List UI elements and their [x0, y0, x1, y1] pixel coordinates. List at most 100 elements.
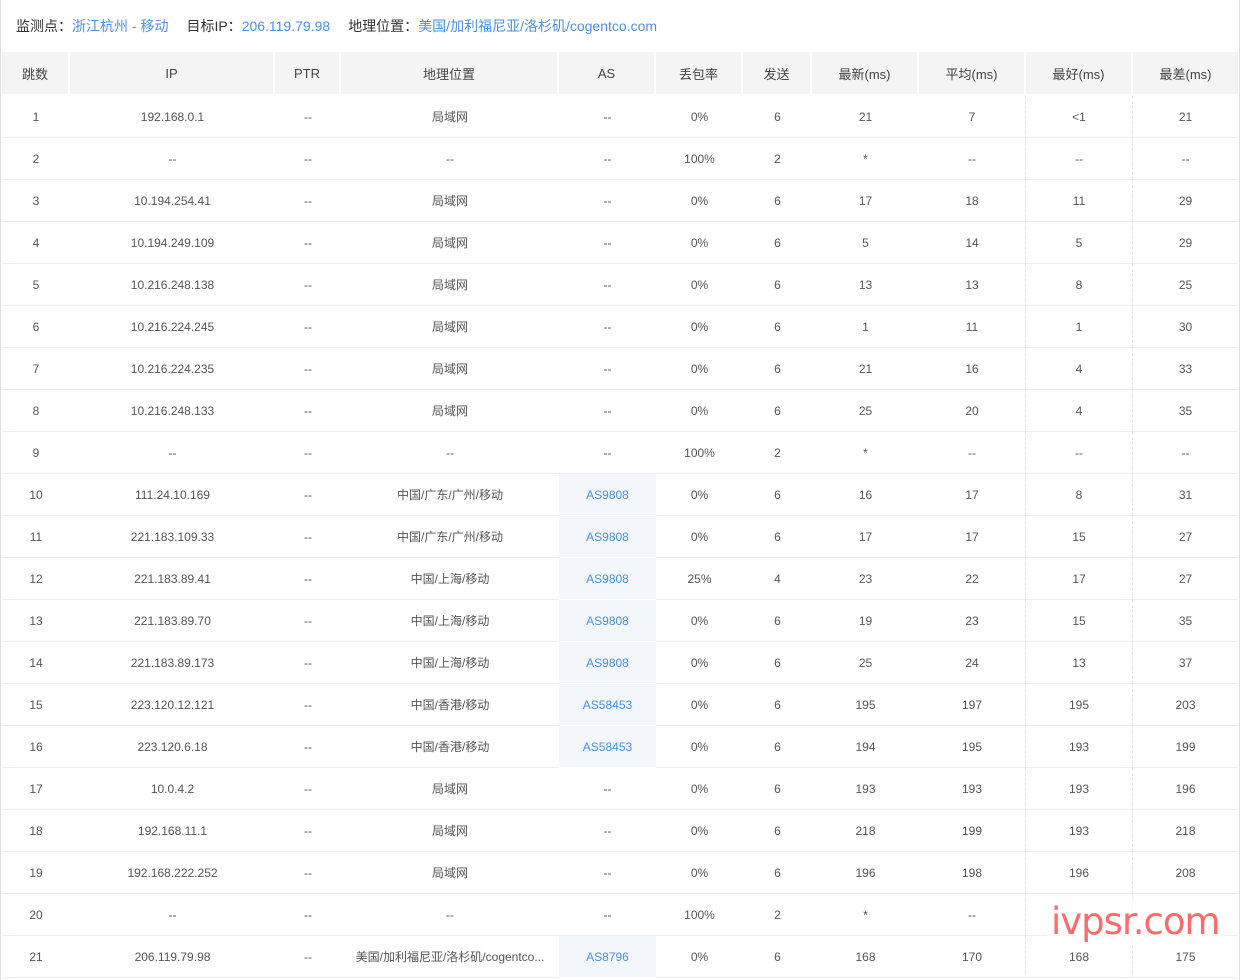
as-link[interactable]: AS9808	[559, 558, 656, 600]
hop-cell: 18	[2, 810, 70, 852]
ip-cell: --	[70, 894, 275, 936]
as-cell: --	[559, 348, 656, 390]
as-link[interactable]: AS9808	[559, 600, 656, 642]
ptr-cell: --	[275, 600, 341, 642]
best-cell: 15	[1026, 600, 1133, 642]
ip-cell: 221.183.89.41	[70, 558, 275, 600]
best-cell: 4	[1026, 348, 1133, 390]
watermark-text: ivpsr.com	[1047, 900, 1224, 944]
avg-cell: 193	[919, 768, 1026, 810]
avg-cell: 198	[919, 852, 1026, 894]
avg-cell: 23	[919, 600, 1026, 642]
sent-cell: 6	[743, 852, 812, 894]
as-link[interactable]: AS8796	[559, 936, 656, 978]
as-link[interactable]: AS9808	[559, 474, 656, 516]
worst-cell: 37	[1133, 642, 1238, 684]
column-header-ip[interactable]: IP	[70, 52, 275, 96]
column-header-best[interactable]: 最好(ms)	[1026, 52, 1133, 96]
monitor-point-label: 监测点：	[16, 18, 72, 34]
avg-cell: 18	[919, 180, 1026, 222]
table-row: 8 10.216.248.133 -- 局域网 -- 0% 6 25 20 4 35	[2, 390, 1238, 432]
sent-cell: 6	[743, 768, 812, 810]
ptr-cell: --	[275, 264, 341, 306]
hop-cell: 1	[2, 96, 70, 138]
column-header-loss[interactable]: 丢包率	[656, 52, 743, 96]
sent-cell: 6	[743, 642, 812, 684]
avg-cell: --	[919, 432, 1026, 474]
ptr-cell: --	[275, 936, 341, 978]
sent-cell: 6	[743, 390, 812, 432]
as-link[interactable]: AS9808	[559, 642, 656, 684]
worst-cell: 29	[1133, 222, 1238, 264]
ptr-cell: --	[275, 516, 341, 558]
hop-cell: 17	[2, 768, 70, 810]
geo-cell: 中国/香港/移动	[341, 684, 559, 726]
ip-cell: 192.168.11.1	[70, 810, 275, 852]
as-cell: --	[559, 810, 656, 852]
geo-cell: 局域网	[341, 390, 559, 432]
table-row: 11 221.183.109.33 -- 中国/广东/广州/移动 AS9808 0% 6 17…	[2, 516, 1238, 558]
best-cell: 13	[1026, 642, 1133, 684]
hop-cell: 12	[2, 558, 70, 600]
column-header-as[interactable]: AS	[559, 52, 656, 96]
table-row: 1 192.168.0.1 -- 局域网 -- 0% 6 21 7 <1 21	[2, 96, 1238, 138]
as-cell: --	[559, 180, 656, 222]
column-header-worst[interactable]: 最差(ms)	[1133, 52, 1238, 96]
worst-cell: 35	[1133, 390, 1238, 432]
sent-cell: 6	[743, 222, 812, 264]
worst-cell: 203	[1133, 684, 1238, 726]
ptr-cell: --	[275, 558, 341, 600]
column-header-ptr[interactable]: PTR	[275, 52, 341, 96]
ip-cell: 10.194.254.41	[70, 180, 275, 222]
column-header-last[interactable]: 最新(ms)	[812, 52, 919, 96]
sent-cell: 6	[743, 348, 812, 390]
last-cell: 25	[812, 390, 919, 432]
best-cell: 196	[1026, 852, 1133, 894]
ip-cell: 10.216.248.133	[70, 390, 275, 432]
as-link[interactable]: AS58453	[559, 726, 656, 768]
ip-cell: 10.216.248.138	[70, 264, 275, 306]
best-cell: 195	[1026, 684, 1133, 726]
column-header-geo[interactable]: 地理位置	[341, 52, 559, 96]
ip-cell: 221.183.109.33	[70, 516, 275, 558]
avg-cell: 199	[919, 810, 1026, 852]
ip-cell: 10.216.224.235	[70, 348, 275, 390]
column-header-sent[interactable]: 发送	[743, 52, 812, 96]
best-cell: 1	[1026, 306, 1133, 348]
ptr-cell: --	[275, 180, 341, 222]
best-cell: 4	[1026, 390, 1133, 432]
worst-cell: --	[1133, 138, 1238, 180]
best-cell: <1	[1026, 96, 1133, 138]
target-ip-value: 206.119.79.98	[241, 18, 331, 34]
loss-cell: 0%	[656, 642, 743, 684]
ip-cell: 111.24.10.169	[70, 474, 275, 516]
ip-cell: 192.168.0.1	[70, 96, 275, 138]
table-row: 15 223.120.12.121 -- 中国/香港/移动 AS58453 0% 6 195 1…	[2, 684, 1238, 726]
geo-cell: 中国/广东/广州/移动	[341, 516, 559, 558]
hop-cell: 2	[2, 138, 70, 180]
ptr-cell: --	[275, 684, 341, 726]
avg-cell: 22	[919, 558, 1026, 600]
as-cell: --	[559, 432, 656, 474]
last-cell: *	[812, 432, 919, 474]
table-row: 5 10.216.248.138 -- 局域网 -- 0% 6 13 13 8 25	[2, 264, 1238, 306]
sent-cell: 6	[743, 474, 812, 516]
last-cell: *	[812, 894, 919, 936]
column-header-hop[interactable]: 跳数	[2, 52, 70, 96]
geo-cell: 中国/上海/移动	[341, 642, 559, 684]
column-header-avg[interactable]: 平均(ms)	[919, 52, 1026, 96]
ptr-cell: --	[275, 642, 341, 684]
loss-cell: 0%	[656, 96, 743, 138]
worst-cell: 33	[1133, 348, 1238, 390]
as-link[interactable]: AS58453	[559, 684, 656, 726]
geo-cell: 局域网	[341, 768, 559, 810]
traceroute-page: 监测点：浙江杭州 - 移动 目标IP：206.119.79.98 地理位置：美国…	[0, 0, 1240, 980]
hop-cell: 16	[2, 726, 70, 768]
worst-cell: 27	[1133, 558, 1238, 600]
as-link[interactable]: AS9808	[559, 516, 656, 558]
avg-cell: 16	[919, 348, 1026, 390]
hop-cell: 20	[2, 894, 70, 936]
loss-cell: 0%	[656, 180, 743, 222]
target-geo: 地理位置：美国/加利福尼亚/洛杉矶/cogentco.com	[348, 16, 657, 36]
ptr-cell: --	[275, 348, 341, 390]
